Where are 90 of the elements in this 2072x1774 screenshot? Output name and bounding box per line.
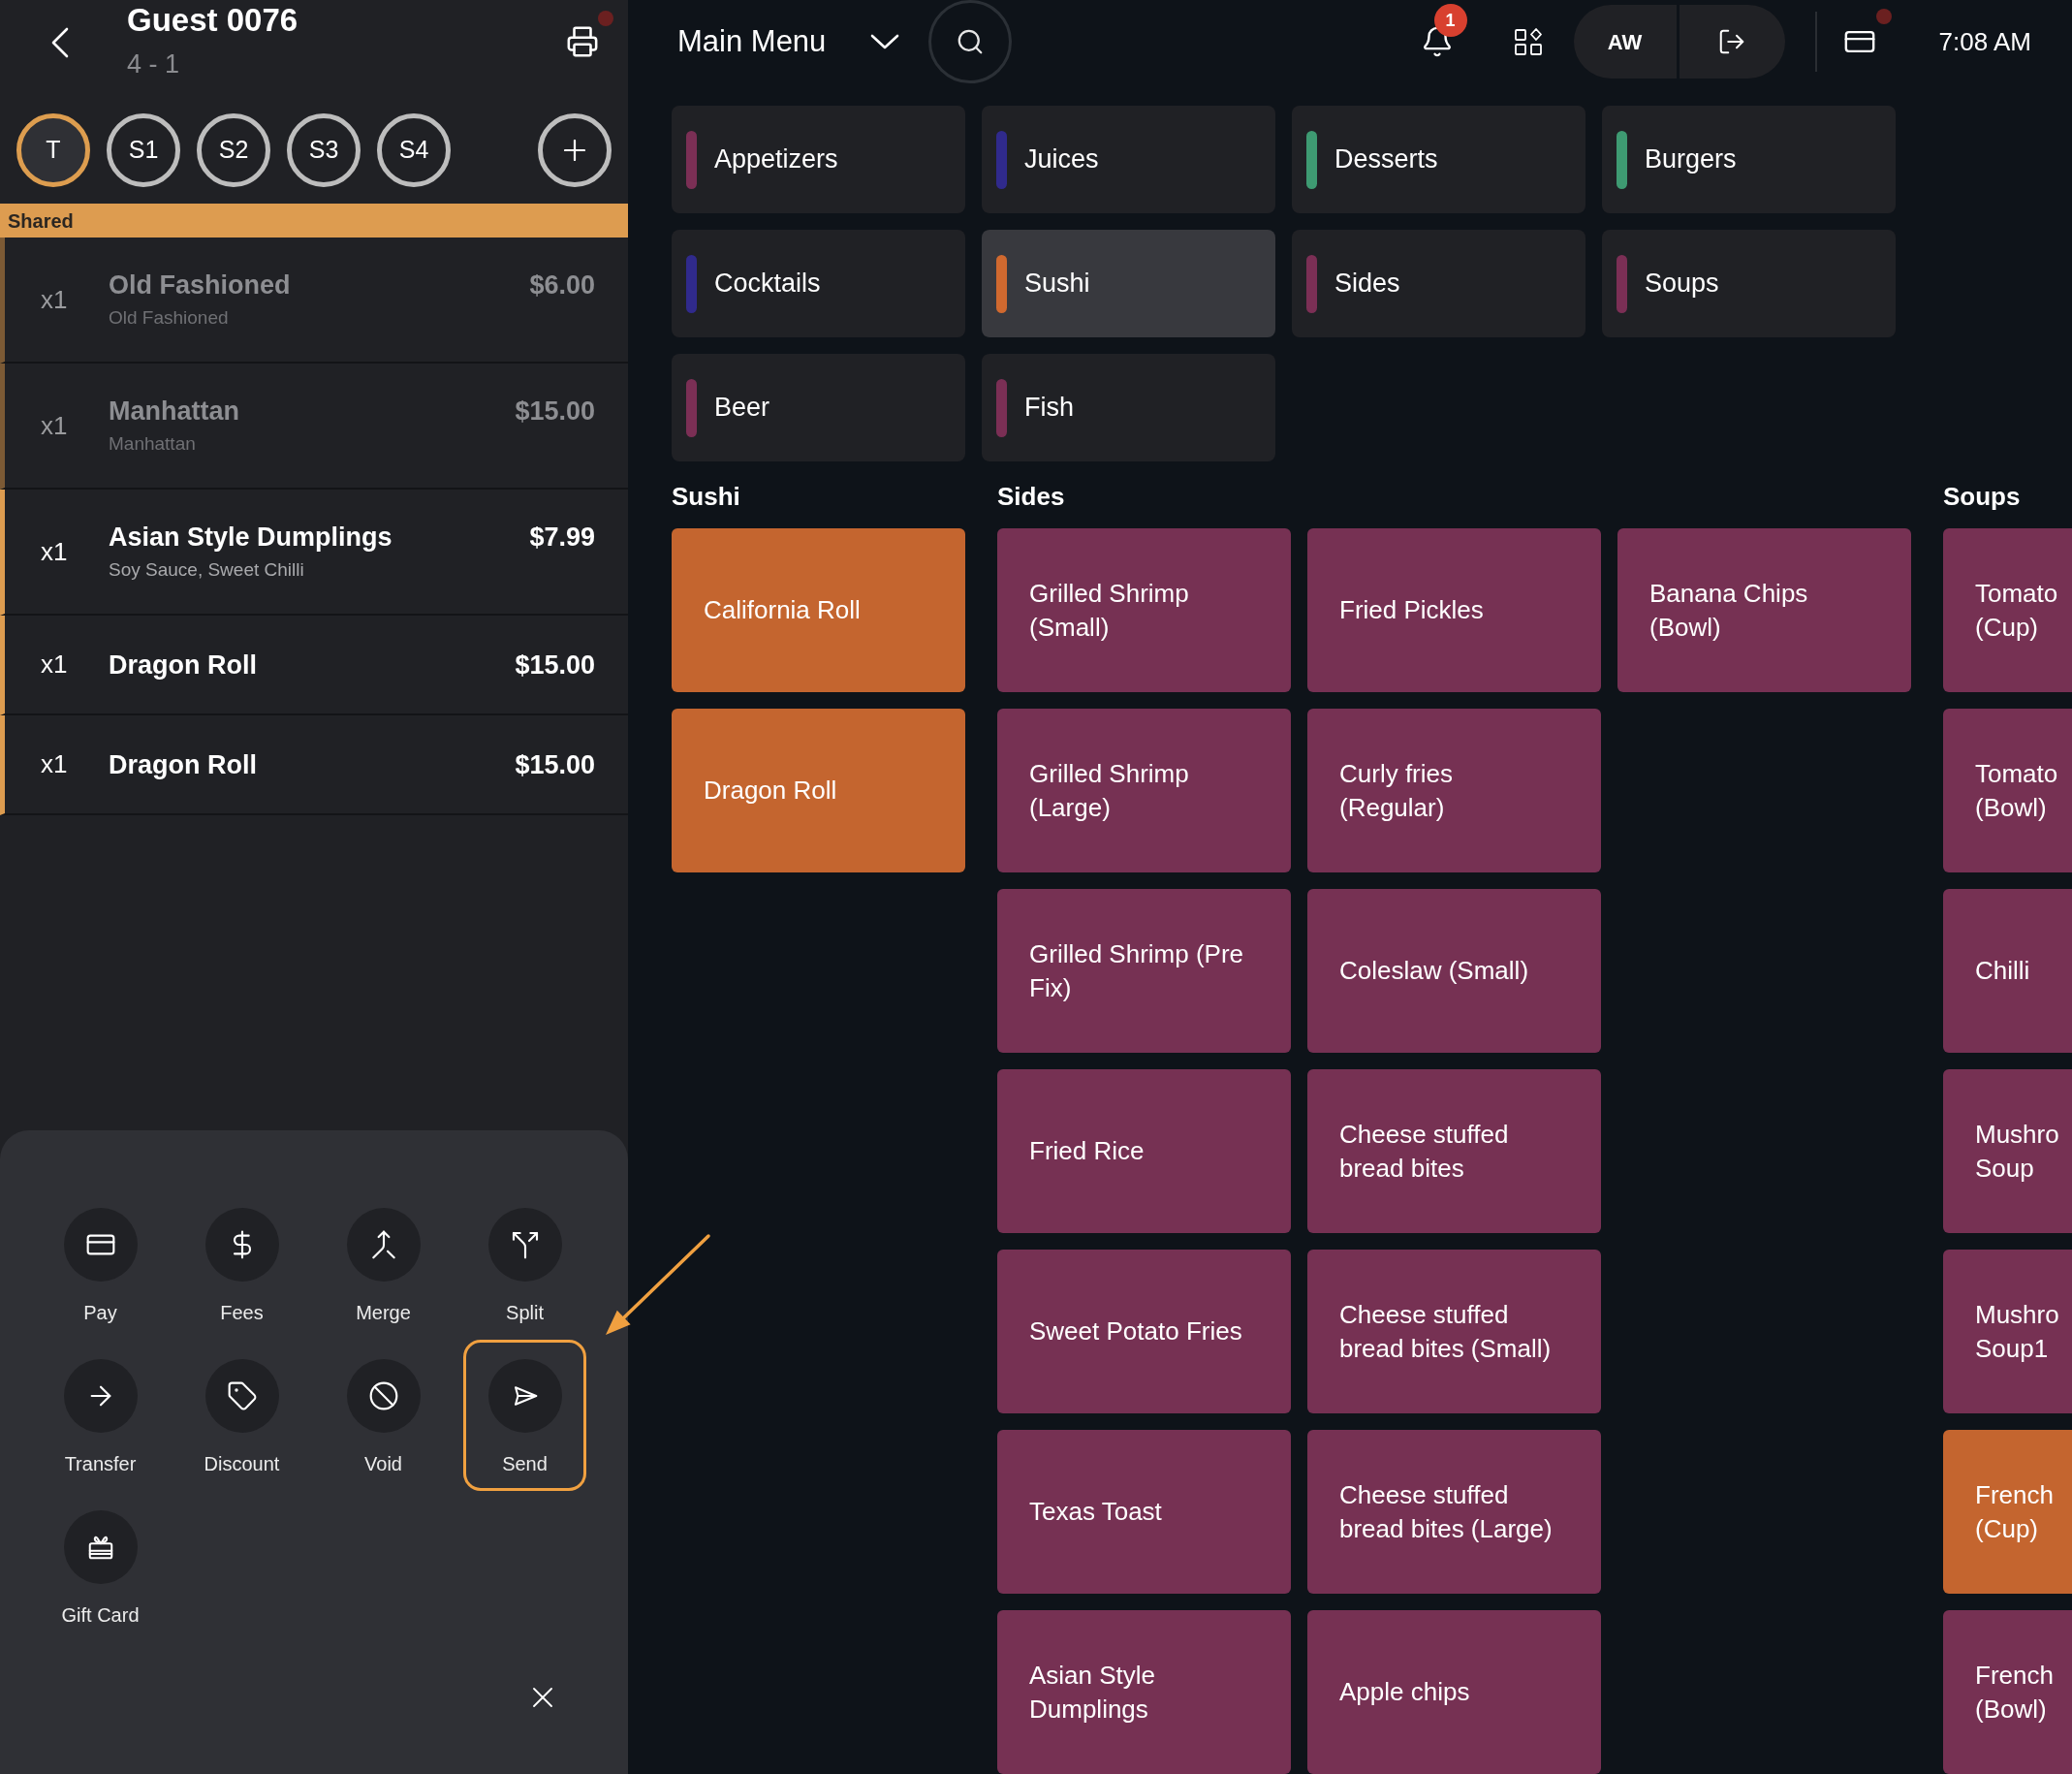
close-icon[interactable] (533, 1688, 552, 1707)
menu-item-button[interactable]: Apple chips (1307, 1610, 1601, 1774)
action-button[interactable]: Discount (180, 1340, 303, 1491)
category-button[interactable]: Burgers (1602, 106, 1896, 213)
clock-time: 7:08 AM (1938, 25, 2031, 58)
action-button[interactable]: Void (322, 1340, 445, 1491)
add-seat-button[interactable] (538, 113, 612, 187)
menu-item-button[interactable]: Asian Style Dumplings (997, 1610, 1291, 1774)
section-heading: Soups (1943, 482, 2022, 511)
menu-item-button[interactable]: Curly fries (Regular) (1307, 709, 1601, 872)
menu-item-button[interactable]: Grilled Shrimp (Pre Fix) (997, 889, 1291, 1053)
section-heading: Sides (997, 482, 1066, 511)
section-heading: Sushi (672, 482, 741, 511)
search-button[interactable] (928, 0, 1013, 83)
printer-icon[interactable] (566, 25, 599, 58)
item-name: Old Fashioned (109, 269, 291, 301)
quantity-text: x1 (41, 649, 69, 681)
item-price: $7.99 (529, 522, 595, 554)
quantity-text: x1 (41, 748, 69, 780)
menu-item-button[interactable]: Tomato (Cup) (1943, 528, 2072, 692)
action-button[interactable]: Split (463, 1188, 586, 1340)
item-price: $15.00 (515, 396, 595, 428)
order-item-row[interactable]: x1 Dragon Roll $15.00 (0, 715, 628, 815)
seat-button[interactable]: S4 (377, 113, 451, 187)
action-button[interactable]: Pay (39, 1188, 162, 1340)
apps-grid-icon[interactable] (1514, 28, 1542, 55)
guest-title: Guest 0076 (127, 1, 298, 40)
menu-item-button[interactable]: Mushro Soup1 (1943, 1250, 2072, 1413)
menu-item-button[interactable]: Tomato (Bowl) (1943, 709, 2072, 872)
order-item-row[interactable]: x1 Dragon Roll $15.00 (0, 616, 628, 715)
menu-item-button[interactable]: California Roll (672, 528, 965, 692)
menu-item-button[interactable]: Grilled Shrimp (Large) (997, 709, 1291, 872)
seat-button[interactable]: S1 (107, 113, 180, 187)
seat-button[interactable]: S2 (197, 113, 270, 187)
menu-item-button[interactable]: French (Cup) (1943, 1430, 2072, 1594)
item-modifiers: Old Fashioned (109, 306, 230, 330)
notification-badge: 1 (1433, 4, 1467, 37)
menu-item-button[interactable]: Sweet Potato Fries (997, 1250, 1291, 1413)
quantity-text: x1 (41, 283, 69, 316)
item-price: $15.00 (515, 649, 595, 681)
category-button[interactable]: Cocktails (672, 230, 965, 337)
category-button[interactable]: Juices (982, 106, 1275, 213)
quantity-text: x1 (41, 535, 69, 568)
action-button[interactable]: Fees (180, 1188, 303, 1340)
group-header: Shared (0, 204, 628, 238)
category-button[interactable]: Sides (1292, 230, 1585, 337)
item-modifiers: Soy Sauce, Sweet Chilli (109, 558, 305, 582)
category-button[interactable]: Beer (672, 354, 965, 461)
chevron-down-icon (870, 34, 900, 49)
category-button[interactable]: Fish (982, 354, 1275, 461)
menu-item-button[interactable]: Fried Rice (997, 1069, 1291, 1233)
item-price: $6.00 (529, 269, 595, 301)
category-button[interactable]: Desserts (1292, 106, 1585, 213)
item-price: $15.00 (515, 748, 595, 781)
order-item-row[interactable]: x1 Old Fashioned $6.00 Old Fashioned (0, 238, 628, 364)
menu-item-button[interactable]: Banana Chips (Bowl) (1617, 528, 1911, 692)
menu-selector[interactable]: Main Menu (677, 18, 900, 65)
item-name: Dragon Roll (109, 748, 257, 781)
plus-icon (564, 140, 585, 161)
seat-button[interactable]: S3 (287, 113, 361, 187)
user-button[interactable]: AW (1573, 5, 1677, 79)
order-item-row[interactable]: x1 Manhattan $15.00 Manhattan (0, 364, 628, 490)
action-button[interactable]: Send (463, 1340, 586, 1491)
quantity-text: x1 (41, 409, 69, 442)
menu-item-button[interactable]: Grilled Shrimp (Small) (997, 528, 1291, 692)
back-icon[interactable] (50, 27, 70, 58)
category-button[interactable]: Soups (1602, 230, 1896, 337)
action-button[interactable]: Gift Card (39, 1491, 162, 1642)
category-button[interactable]: Sushi (982, 230, 1275, 337)
action-button[interactable]: Merge (322, 1188, 445, 1340)
menu-item-button[interactable]: Coleslaw (Small) (1307, 889, 1601, 1053)
menu-item-button[interactable]: Cheese stuffed bread bites (Small) (1307, 1250, 1601, 1413)
menu-item-button[interactable]: Texas Toast (997, 1430, 1291, 1594)
menu-item-button[interactable]: Cheese stuffed bread bites (1307, 1069, 1601, 1233)
menu-item-button[interactable]: French (Bowl) (1943, 1610, 2072, 1774)
menu-item-button[interactable]: Chilli (1943, 889, 2072, 1053)
menu-item-button[interactable]: Cheese stuffed bread bites (Large) (1307, 1430, 1601, 1594)
menu-item-button[interactable]: Dragon Roll (672, 709, 965, 872)
item-name: Dragon Roll (109, 649, 257, 681)
action-button[interactable]: Transfer (39, 1340, 162, 1491)
menu-item-button[interactable]: Mushro Soup (1943, 1069, 2072, 1233)
table-number: 4 - 1 (127, 48, 181, 80)
item-name: Manhattan (109, 396, 239, 428)
menu-item-button[interactable]: Fried Pickles (1307, 528, 1601, 692)
item-modifiers: Manhattan (109, 432, 197, 456)
logout-button[interactable] (1679, 5, 1785, 79)
category-button[interactable]: Appetizers (672, 106, 965, 213)
order-item-row[interactable]: x1 Asian Style Dumplings $7.99 Soy Sauce, Sweet Chilli (0, 490, 628, 616)
item-name: Asian Style Dumplings (109, 522, 392, 554)
seat-button[interactable]: T (16, 113, 90, 187)
